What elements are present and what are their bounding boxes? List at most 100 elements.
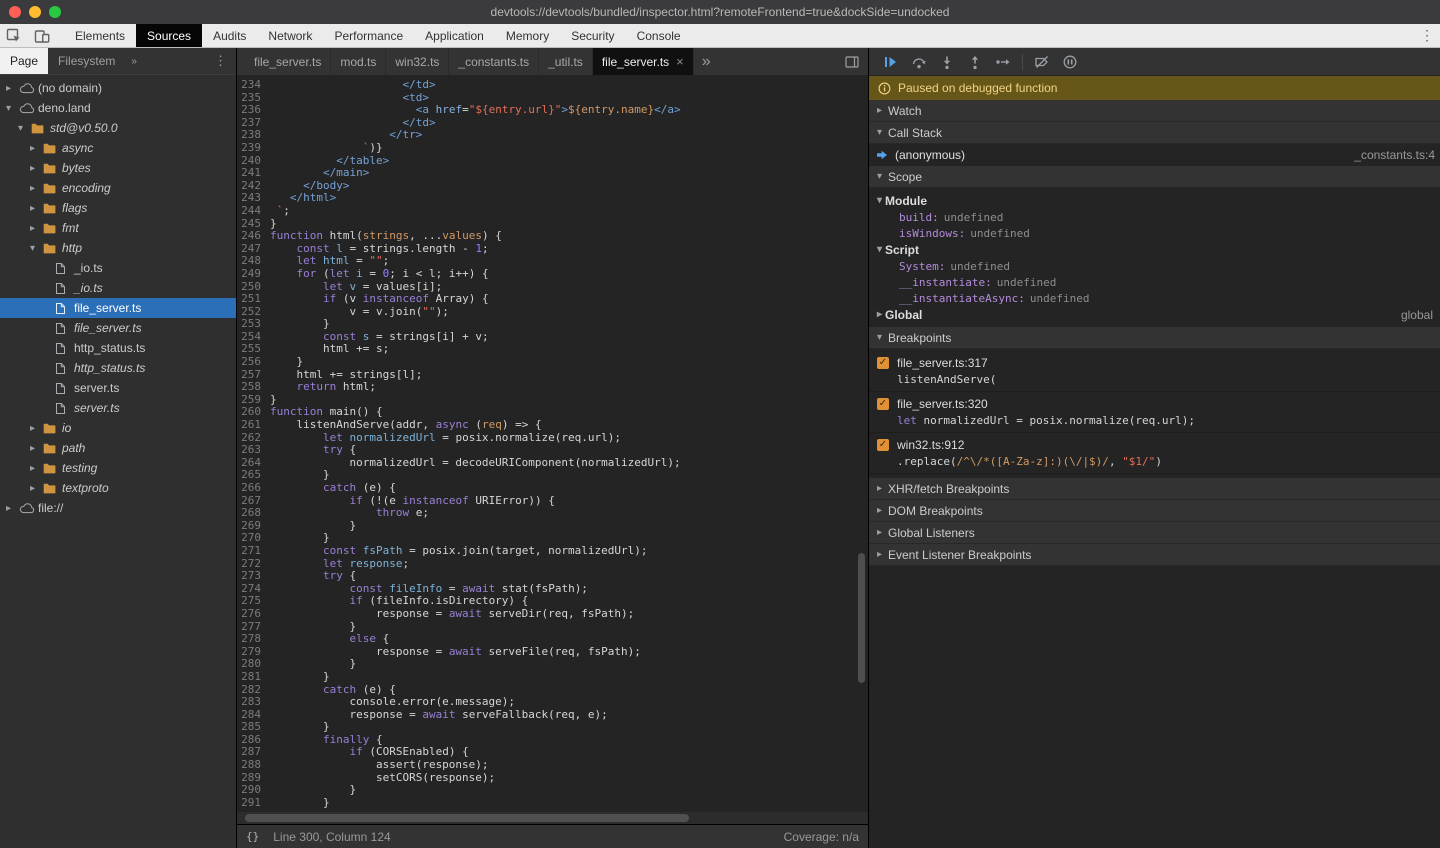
breakpoint-checkbox[interactable]: ✓ xyxy=(877,357,889,369)
tree-item-textproto[interactable]: ▸textproto xyxy=(0,478,236,498)
tree-item-file_server.ts[interactable]: file_server.ts xyxy=(0,298,236,318)
breakpoint-snippet[interactable]: listenAndServe( xyxy=(897,372,1432,387)
line-number[interactable]: 251 xyxy=(237,293,261,306)
toolbar-tab-console[interactable]: Console xyxy=(626,24,692,47)
resume-button[interactable] xyxy=(877,48,905,76)
step-over-icon[interactable] xyxy=(905,48,933,76)
line-number[interactable]: 271 xyxy=(237,545,261,558)
line-number[interactable]: 241 xyxy=(237,167,261,180)
toolbar-tab-memory[interactable]: Memory xyxy=(495,24,560,47)
section-call-stack[interactable]: ▾ Call Stack xyxy=(869,122,1440,144)
minimize-window-button[interactable] xyxy=(29,6,41,18)
toolbar-tab-sources[interactable]: Sources xyxy=(136,24,202,47)
section-scope[interactable]: ▾ Scope xyxy=(869,166,1440,188)
scope-group-global[interactable]: ▸Globalglobal xyxy=(869,306,1440,323)
tree-item-fmt[interactable]: ▸fmt xyxy=(0,218,236,238)
toolbar-tab-network[interactable]: Network xyxy=(257,24,323,47)
breakpoint-snippet[interactable]: let normalizedUrl = posix.normalize(req.… xyxy=(897,413,1432,428)
tab-page[interactable]: Page xyxy=(0,48,48,74)
line-number[interactable]: 244 xyxy=(237,205,261,218)
pause-on-exceptions-icon[interactable] xyxy=(1056,48,1084,76)
editor-tabs-overflow-icon[interactable]: » xyxy=(694,48,719,75)
breakpoint-checkbox[interactable]: ✓ xyxy=(877,439,889,451)
tree-item-_io.ts[interactable]: _io.ts xyxy=(0,278,236,298)
tree-item-flags[interactable]: ▸flags xyxy=(0,198,236,218)
line-number[interactable]: 281 xyxy=(237,671,261,684)
line-number[interactable]: 285 xyxy=(237,721,261,734)
editor-tab-win32.ts[interactable]: win32.ts xyxy=(386,48,449,75)
navigator-tabs-overflow-icon[interactable]: » xyxy=(125,48,138,74)
line-number[interactable]: 273 xyxy=(237,570,261,583)
line-number[interactable]: 288 xyxy=(237,759,261,772)
tree-item-file[interactable]: ▸file:// xyxy=(0,498,236,518)
section-breakpoints[interactable]: ▾ Breakpoints xyxy=(869,327,1440,349)
line-number[interactable]: 249 xyxy=(237,268,261,281)
editor-vertical-scrollbar[interactable] xyxy=(856,76,867,812)
tree-item-std@v0.50.0[interactable]: ▾std@v0.50.0 xyxy=(0,118,236,138)
tree-item-path[interactable]: ▸path xyxy=(0,438,236,458)
tree-item-_io.ts[interactable]: _io.ts xyxy=(0,258,236,278)
line-number[interactable]: 246 xyxy=(237,230,261,243)
step-out-icon[interactable] xyxy=(961,48,989,76)
line-number[interactable]: 261 xyxy=(237,419,261,432)
editor-tab-_util.ts[interactable]: _util.ts xyxy=(539,48,593,75)
breakpoint-checkbox[interactable]: ✓ xyxy=(877,398,889,410)
section-watch[interactable]: ▸ Watch xyxy=(869,100,1440,122)
line-number[interactable]: 258 xyxy=(237,381,261,394)
navigator-menu-icon[interactable]: ⋮ xyxy=(205,48,236,74)
editor-tab-file_server.ts[interactable]: file_server.ts× xyxy=(593,48,694,75)
editor-horizontal-scrollbar[interactable] xyxy=(237,812,868,824)
zoom-window-button[interactable] xyxy=(49,6,61,18)
close-tab-icon[interactable]: × xyxy=(676,54,684,69)
step-icon[interactable] xyxy=(989,48,1017,76)
line-number[interactable]: 263 xyxy=(237,444,261,457)
device-toolbar-icon[interactable] xyxy=(28,24,56,47)
line-number[interactable]: 276 xyxy=(237,608,261,621)
tree-item-deno.land[interactable]: ▾deno.land xyxy=(0,98,236,118)
tab-filesystem[interactable]: Filesystem xyxy=(48,48,125,74)
line-number[interactable]: 239 xyxy=(237,142,261,155)
tree-item-io[interactable]: ▸io xyxy=(0,418,236,438)
section-global-listeners[interactable]: ▸Global Listeners xyxy=(869,522,1440,544)
toolbar-tab-audits[interactable]: Audits xyxy=(202,24,257,47)
line-number[interactable]: 256 xyxy=(237,356,261,369)
line-number[interactable]: 291 xyxy=(237,797,261,810)
toolbar-tab-application[interactable]: Application xyxy=(414,24,495,47)
toolbar-tab-performance[interactable]: Performance xyxy=(323,24,414,47)
tree-item-nodomain[interactable]: ▸(no domain) xyxy=(0,78,236,98)
panel-toggle-icon[interactable] xyxy=(836,48,868,75)
horizontal-scroll-thumb[interactable] xyxy=(245,814,689,822)
line-number[interactable]: 283 xyxy=(237,696,261,709)
tree-item-http[interactable]: ▾http xyxy=(0,238,236,258)
editor-tab-_constants.ts[interactable]: _constants.ts xyxy=(449,48,539,75)
pretty-print-icon[interactable]: {} xyxy=(246,830,259,843)
scope-group-module[interactable]: ▾Module xyxy=(869,192,1440,209)
tree-item-http_status.ts[interactable]: http_status.ts xyxy=(0,358,236,378)
line-number[interactable]: 253 xyxy=(237,318,261,331)
toolbar-tab-security[interactable]: Security xyxy=(560,24,625,47)
line-number[interactable]: 268 xyxy=(237,507,261,520)
line-number[interactable]: 234 xyxy=(237,79,261,92)
section-event-listener-breakpoints[interactable]: ▸Event Listener Breakpoints xyxy=(869,544,1440,566)
inspect-icon[interactable] xyxy=(0,24,28,47)
line-number[interactable]: 278 xyxy=(237,633,261,646)
tree-item-http_status.ts[interactable]: http_status.ts xyxy=(0,338,236,358)
line-number[interactable]: 290 xyxy=(237,784,261,797)
call-stack-frame[interactable]: (anonymous)_constants.ts:4 xyxy=(869,144,1440,166)
section-dom-breakpoints[interactable]: ▸DOM Breakpoints xyxy=(869,500,1440,522)
line-number[interactable]: 266 xyxy=(237,482,261,495)
editor-tab-mod.ts[interactable]: mod.ts xyxy=(331,48,386,75)
tree-item-server.ts[interactable]: server.ts xyxy=(0,398,236,418)
tree-item-async[interactable]: ▸async xyxy=(0,138,236,158)
scope-group-script[interactable]: ▾Script xyxy=(869,241,1440,258)
step-into-icon[interactable] xyxy=(933,48,961,76)
vertical-scroll-thumb[interactable] xyxy=(858,553,865,683)
editor-tab-file_server.ts[interactable]: file_server.ts xyxy=(245,48,331,75)
code-editor[interactable]: 234 </td>235 <td>236 <a href="${entry.ur… xyxy=(237,76,868,812)
tree-item-server.ts[interactable]: server.ts xyxy=(0,378,236,398)
close-window-button[interactable] xyxy=(9,6,21,18)
tree-item-file_server.ts[interactable]: file_server.ts xyxy=(0,318,236,338)
breakpoint-snippet[interactable]: .replace(/^\/*([A-Za-z]:)(\/|$)/, "$1/") xyxy=(897,454,1432,469)
section-xhr-fetch-breakpoints[interactable]: ▸XHR/fetch Breakpoints xyxy=(869,478,1440,500)
line-number[interactable]: 236 xyxy=(237,104,261,117)
